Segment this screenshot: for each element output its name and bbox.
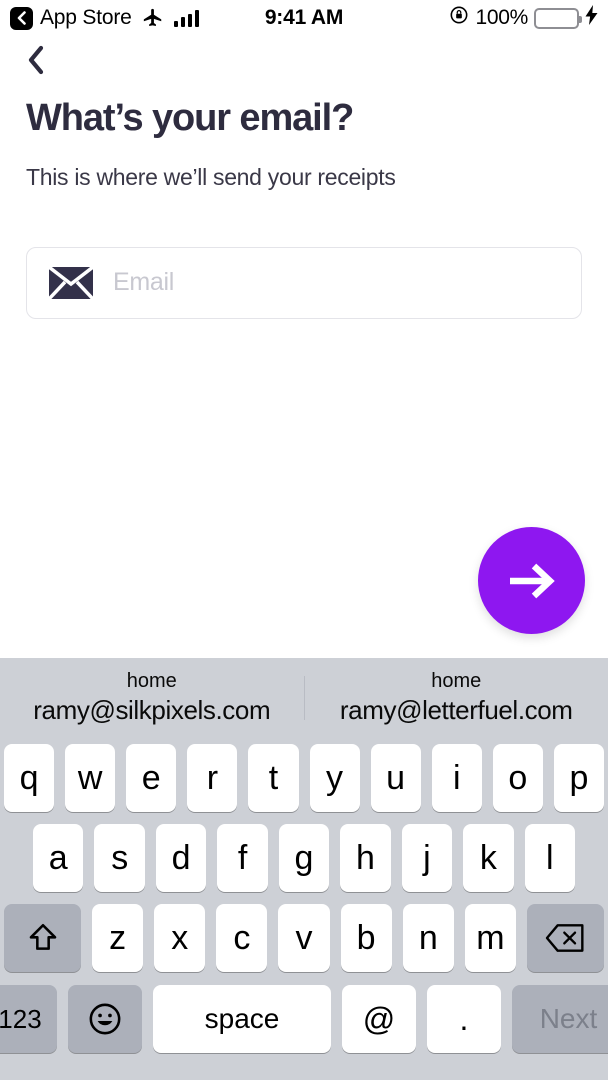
arrow-right-icon: [509, 563, 555, 598]
suggestion-item[interactable]: home ramy@letterfuel.com: [305, 669, 608, 727]
chevron-left-icon: [17, 11, 26, 25]
key-x[interactable]: x: [154, 904, 206, 972]
chevron-left-icon: [28, 45, 44, 75]
shift-arrow-icon: [29, 923, 56, 950]
key-u[interactable]: u: [370, 744, 421, 812]
key-n[interactable]: n: [402, 904, 454, 972]
at-key[interactable]: @: [342, 985, 416, 1053]
battery-percentage: 100%: [475, 6, 528, 29]
shift-key[interactable]: [4, 904, 81, 972]
virtual-keyboard: home ramy@silkpixels.com home ramy@lette…: [0, 658, 608, 1080]
key-a[interactable]: a: [33, 824, 84, 892]
key-c[interactable]: c: [216, 904, 268, 972]
battery-icon: [534, 7, 582, 29]
status-bar: App Store 9:41 AM 100%: [0, 0, 608, 36]
key-r[interactable]: r: [187, 744, 238, 812]
keyboard-row-2: a s d f g h j k l: [0, 818, 608, 898]
key-t[interactable]: t: [248, 744, 299, 812]
keyboard-row-4: 123 space @ . Next: [0, 978, 608, 1060]
next-fab-button[interactable]: [478, 527, 585, 634]
suggestion-label: home: [431, 670, 482, 693]
page-title: What’s your email?: [26, 97, 354, 139]
backspace-key[interactable]: [526, 904, 604, 972]
key-h[interactable]: h: [340, 824, 391, 892]
status-app-name: App Store: [40, 6, 132, 29]
key-v[interactable]: v: [278, 904, 330, 972]
key-m[interactable]: m: [464, 904, 516, 972]
key-s[interactable]: s: [94, 824, 145, 892]
keyboard-row-3: z x c v b n m: [0, 898, 608, 978]
autocomplete-suggestions: home ramy@silkpixels.com home ramy@lette…: [0, 658, 608, 738]
key-w[interactable]: w: [65, 744, 116, 812]
suggestion-value: ramy@letterfuel.com: [339, 695, 573, 726]
status-back-badge[interactable]: [10, 6, 33, 30]
next-key[interactable]: Next: [512, 985, 608, 1053]
airplane-mode-icon: [142, 7, 164, 29]
key-o[interactable]: o: [492, 744, 543, 812]
key-y[interactable]: y: [309, 744, 360, 812]
suggestion-item[interactable]: home ramy@silkpixels.com: [0, 669, 304, 727]
suggestion-label: home: [126, 670, 177, 693]
key-f[interactable]: f: [217, 824, 268, 892]
key-z[interactable]: z: [92, 904, 144, 972]
key-k[interactable]: k: [463, 824, 514, 892]
space-key[interactable]: space: [153, 985, 331, 1053]
lightning-bolt-icon: [585, 5, 598, 31]
rotation-lock-icon: [449, 5, 469, 31]
key-p[interactable]: p: [553, 744, 604, 812]
signal-bars-icon: [173, 9, 200, 27]
key-q[interactable]: q: [4, 744, 55, 812]
numbers-key[interactable]: 123: [0, 985, 57, 1053]
envelope-icon: [49, 266, 93, 299]
key-d[interactable]: d: [155, 824, 207, 892]
key-g[interactable]: g: [278, 824, 330, 892]
key-b[interactable]: b: [340, 904, 392, 972]
key-l[interactable]: l: [524, 824, 575, 892]
smiley-face-icon: [89, 1003, 121, 1035]
page-subtitle: This is where we’ll send your receipts: [26, 163, 396, 190]
backspace-delete-icon: [546, 924, 585, 952]
status-bar-right: 100%: [449, 5, 598, 31]
email-input[interactable]: [113, 268, 559, 298]
status-bar-left: App Store: [10, 6, 200, 30]
period-key[interactable]: .: [427, 985, 501, 1053]
back-button[interactable]: [26, 36, 74, 84]
keyboard-row-1: q w e r t y u i o p: [0, 738, 608, 818]
key-j[interactable]: j: [401, 824, 453, 892]
app-content: What’s your email? This is where we’ll s…: [0, 36, 608, 319]
key-i[interactable]: i: [431, 744, 482, 812]
key-e[interactable]: e: [126, 744, 177, 812]
suggestion-value: ramy@silkpixels.com: [33, 695, 271, 726]
email-input-container[interactable]: [26, 246, 582, 319]
emoji-key[interactable]: [68, 985, 142, 1053]
